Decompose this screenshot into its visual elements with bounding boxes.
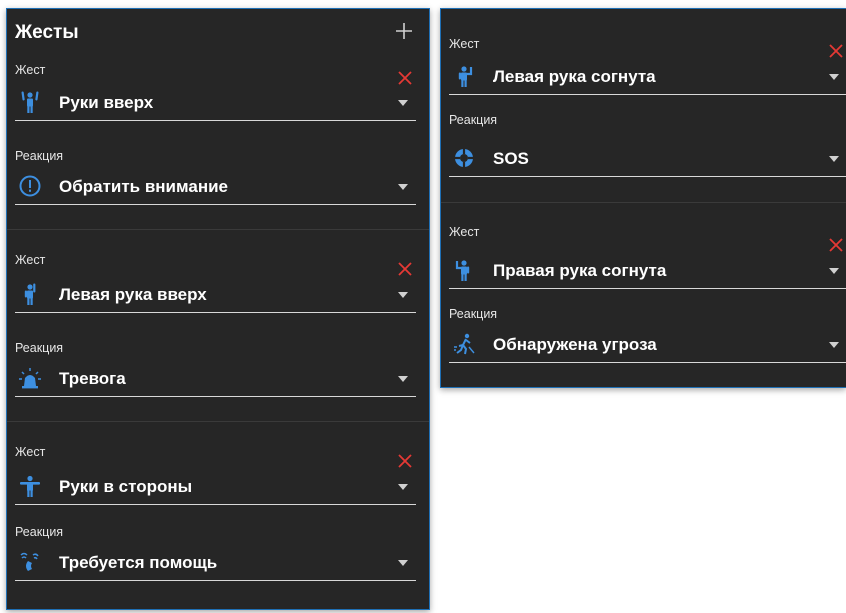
close-icon[interactable] [397,261,413,277]
gesture-value: Левая рука согнута [493,67,656,86]
gesture-label: Жест [15,63,46,77]
chevron-down-icon [829,268,839,274]
reaction-value: Требуется помощь [59,553,218,572]
gesture-select[interactable]: Левая рука вверх [15,277,416,313]
close-icon[interactable] [828,43,844,59]
reaction-label: Реакция [15,341,64,355]
plus-icon[interactable] [393,20,415,42]
chevron-down-icon [398,484,408,490]
gestures-panel-right: Жест Левая рука согнута Реакция SOS Жест… [440,8,846,388]
gesture-value: Правая рука согнута [493,261,667,280]
reaction-value: Тревога [59,369,126,388]
gesture-label: Жест [15,445,46,459]
gesture-value: Руки в стороны [59,477,193,496]
reaction-select[interactable]: Требуется помощь [15,545,416,581]
gesture-card: Жест Правая рука согнута Реакция Обнаруж… [441,203,846,389]
gesture-card: Жест Руки вверх Реакция Обратить внимани… [7,53,429,229]
reaction-value: Обратить внимание [59,177,228,196]
arms-out-icon [20,475,40,497]
divider [7,229,429,230]
reaction-value: SOS [493,149,529,168]
chevron-down-icon [398,292,408,298]
reaction-label: Реакция [449,307,498,321]
gestures-panel-left: Жесты Жест Руки вверх Реакция Обратить в… [6,8,430,610]
close-icon[interactable] [828,237,844,253]
gesture-select[interactable]: Руки вверх [15,85,416,121]
hands-up-icon [21,91,39,113]
left-arm-bent-icon [458,66,473,87]
chevron-down-icon [398,184,408,190]
gesture-select[interactable]: Правая рука согнута [449,253,846,289]
lifebuoy-icon [455,149,473,167]
chevron-down-icon [398,560,408,566]
panel-header: Жесты [7,9,429,51]
close-icon[interactable] [397,70,413,86]
left-hand-up-icon [24,283,36,305]
reaction-select[interactable]: Тревога [15,361,416,397]
divider [7,421,429,422]
chevron-down-icon [829,342,839,348]
reaction-select[interactable]: Обратить внимание [15,169,416,205]
reaction-select[interactable]: SOS [449,141,846,177]
gesture-value: Левая рука вверх [59,285,207,304]
reaction-value: Обнаружена угроза [493,335,657,354]
reaction-label: Реакция [15,525,64,539]
chevron-down-icon [829,156,839,162]
chevron-down-icon [829,74,839,80]
gesture-card: Жест Руки в стороны Реакция Требуется по… [7,437,429,613]
right-arm-bent-icon [455,260,470,281]
gesture-select[interactable]: Левая рука согнута [449,59,846,95]
panel-title: Жесты [15,22,79,43]
gesture-label: Жест [449,225,480,239]
threat-detected-icon [454,333,475,355]
gesture-card: Жест Левая рука вверх Реакция Тревога [7,245,429,421]
close-icon[interactable] [397,453,413,469]
gesture-label: Жест [15,253,46,267]
gesture-label: Жест [449,37,480,51]
exclamation-circle-icon [19,175,41,197]
gesture-value: Руки вверх [59,93,154,112]
help-signal-icon [20,552,39,571]
gesture-card: Жест Левая рука согнута Реакция SOS [441,9,846,201]
alarm-light-icon [19,368,41,389]
reaction-label: Реакция [15,149,64,163]
reaction-label: Реакция [449,113,498,127]
gesture-select[interactable]: Руки в стороны [15,469,416,505]
chevron-down-icon [398,376,408,382]
reaction-select[interactable]: Обнаружена угроза [449,327,846,363]
chevron-down-icon [398,100,408,106]
